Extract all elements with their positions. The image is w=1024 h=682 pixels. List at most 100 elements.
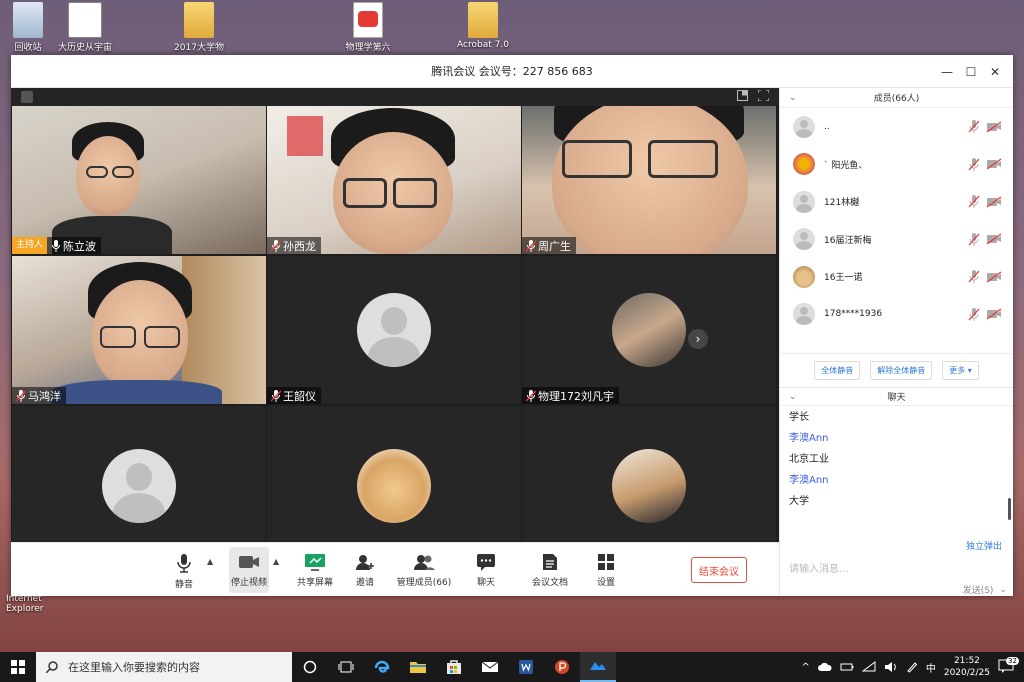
unmute-all-button[interactable]: 解除全体静音	[870, 361, 933, 380]
member-list: .. ` 阳光鱼、 121林樾 16届汪新梅 16王一诺 178****1936	[780, 108, 1013, 353]
members-header[interactable]: ⌄ 成员(66人)	[780, 88, 1013, 108]
send-button[interactable]: 发送(S)	[963, 583, 994, 596]
invite-button[interactable]: 邀请	[342, 547, 388, 593]
member-row[interactable]: 16王一诺	[793, 258, 1013, 296]
maximize-button[interactable]: ☐	[959, 55, 983, 88]
notification-center-button[interactable]: 32	[998, 656, 1019, 676]
participant-name: 王韶仪	[283, 389, 316, 403]
pen-icon[interactable]	[906, 661, 918, 673]
video-options-caret[interactable]: ▲	[273, 557, 279, 566]
member-row[interactable]: ` 阳光鱼、	[793, 146, 1013, 184]
tencent-meeting-button[interactable]	[580, 652, 616, 682]
file-explorer-button[interactable]	[400, 652, 436, 682]
system-tray: ^ 中 21:52 2020/2/25 32	[801, 652, 1024, 682]
powerpoint-button[interactable]	[544, 652, 580, 682]
chevron-up-icon[interactable]: ^	[801, 662, 809, 673]
cloud-icon[interactable]	[817, 662, 832, 672]
member-name: 121林樾	[824, 198, 860, 209]
camera-off-icon	[986, 158, 1002, 170]
chat-message: 学长	[789, 412, 809, 423]
default-avatar	[793, 190, 815, 213]
video-tile[interactable]: 周广生	[522, 106, 776, 254]
ime-indicator[interactable]: 中	[926, 660, 936, 675]
mute-all-button[interactable]: 全体静音	[814, 361, 861, 380]
participant-name: 马鸿洋	[28, 389, 61, 403]
settings-grid-icon	[598, 554, 614, 570]
chat-icon	[477, 554, 495, 571]
windows-logo-icon	[11, 660, 25, 674]
fullscreen-icon[interactable]	[757, 89, 770, 104]
wifi-icon[interactable]	[861, 661, 876, 673]
video-tile[interactable]	[522, 406, 776, 542]
layout-icon[interactable]	[737, 90, 748, 104]
mic-muted-icon	[525, 239, 536, 252]
video-tile[interactable]: 王韶仪	[267, 256, 521, 404]
member-row[interactable]: 121林樾	[793, 183, 1013, 221]
taskbar: 在这里输入你要搜索的内容 ^ 中 21:52 2020/2/25 32	[0, 652, 1024, 682]
desktop-icon-ie-label[interactable]: Internet Explorer	[6, 594, 56, 614]
host-badge: 主持人	[12, 237, 48, 254]
member-row[interactable]: ..	[793, 108, 1013, 146]
clock[interactable]: 21:52 2020/2/25	[944, 655, 990, 679]
chat-button[interactable]: 聊天	[463, 547, 509, 593]
share-screen-button[interactable]: 共享屏幕	[290, 547, 340, 593]
desktop-icon-pdf[interactable]: 物理学第六	[333, 2, 403, 53]
mic-muted-icon	[270, 239, 281, 252]
manage-members-button[interactable]: 管理成员(66)	[394, 547, 454, 593]
shield-icon[interactable]	[21, 91, 33, 103]
edge-button[interactable]	[364, 652, 400, 682]
pdf-icon	[353, 2, 383, 38]
video-tile[interactable]: › 物理172刘凡宇	[522, 256, 776, 404]
add-user-icon	[356, 555, 374, 570]
notification-count: 32	[1006, 656, 1019, 665]
meeting-window: 腾讯会议 会议号：227 856 683 — ☐ ✕ 主持人 陈立波 孙西龙 周…	[11, 55, 1013, 596]
chat-label: 聊天	[476, 578, 495, 588]
more-button[interactable]: 更多 ▾	[942, 361, 979, 380]
desktop-icon-acrobat[interactable]: Acrobat 7.0	[448, 2, 518, 50]
volume-icon[interactable]	[884, 661, 898, 673]
clock-time: 21:52	[953, 656, 980, 666]
video-tile[interactable]: 主持人 陈立波	[12, 106, 266, 254]
cortana-button[interactable]	[292, 652, 328, 682]
camera-off-icon	[986, 271, 1002, 283]
next-page-button[interactable]: ›	[688, 329, 708, 349]
collapse-chevron-icon[interactable]: ⌄	[789, 392, 797, 402]
task-view-button[interactable]	[328, 652, 364, 682]
member-name: ` 阳光鱼、	[824, 160, 868, 171]
start-button[interactable]	[0, 652, 36, 682]
participant-name-tag: 马鸿洋	[12, 387, 66, 404]
video-tile[interactable]: 马鸿洋	[12, 256, 266, 404]
send-options-caret[interactable]: ⌄	[999, 585, 1007, 595]
end-meeting-button[interactable]: 结束会议	[691, 557, 747, 583]
desktop-icon-folder[interactable]: 2017大学物	[164, 2, 234, 53]
store-button[interactable]	[436, 652, 472, 682]
desktop-icon-doc[interactable]: 大历史从宇宙	[50, 2, 120, 53]
chat-header[interactable]: ⌄ 聊天	[780, 387, 1013, 406]
mute-button[interactable]: 静音	[161, 547, 207, 593]
participant-name-tag: 主持人 陈立波	[12, 237, 102, 254]
video-tile[interactable]	[267, 406, 521, 542]
stop-video-button[interactable]: 停止视频	[229, 547, 269, 593]
member-row[interactable]: 178****1936	[793, 296, 1013, 334]
recycle-bin-icon	[13, 2, 43, 38]
battery-icon[interactable]	[840, 662, 854, 672]
mail-button[interactable]	[472, 652, 508, 682]
minimize-button[interactable]: —	[935, 55, 959, 88]
word-button[interactable]	[508, 652, 544, 682]
video-tile[interactable]: 孙西龙	[267, 106, 521, 254]
collapse-chevron-icon[interactable]: ⌄	[789, 93, 797, 103]
camera-off-icon	[986, 196, 1002, 208]
member-row[interactable]: 16届汪新梅	[793, 221, 1013, 259]
chat-input[interactable]: 请输入消息...	[789, 560, 849, 575]
video-tile[interactable]	[12, 406, 266, 542]
mute-options-caret[interactable]: ▲	[207, 557, 213, 566]
circle-icon	[303, 660, 317, 674]
taskbar-search[interactable]: 在这里输入你要搜索的内容	[36, 652, 292, 682]
participant-avatar	[357, 449, 431, 523]
meeting-docs-button[interactable]: 会议文档	[527, 547, 573, 593]
settings-button[interactable]: 设置	[583, 547, 629, 593]
chat-sender: 李澳Ann	[789, 433, 829, 444]
popout-chat-button[interactable]: 独立弹出	[966, 539, 1002, 552]
close-button[interactable]: ✕	[983, 55, 1007, 88]
chat-scrollbar[interactable]	[1008, 498, 1011, 520]
